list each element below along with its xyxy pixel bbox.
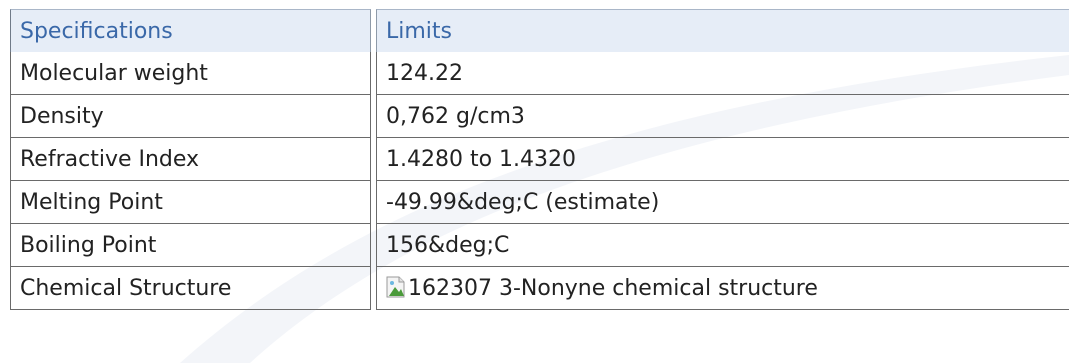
table-row: Melting Point -49.99&deg;C (estimate) — [10, 181, 1069, 224]
row-label: Molecular weight — [10, 52, 371, 95]
table-row: Boiling Point 156&deg;C — [10, 224, 1069, 267]
row-label: Melting Point — [10, 181, 371, 224]
row-label: Boiling Point — [10, 224, 371, 267]
row-value: 156&deg;C — [376, 224, 1069, 267]
table-header-row: Specifications Limits — [10, 9, 1069, 52]
row-label: Density — [10, 95, 371, 138]
row-value: -49.99&deg;C (estimate) — [376, 181, 1069, 224]
row-value: 0,762 g/cm3 — [376, 95, 1069, 138]
row-value-with-image: 162307 3-Nonyne chemical structure — [376, 267, 1069, 310]
row-value: 124.22 — [376, 52, 1069, 95]
specifications-table: Specifications Limits Molecular weight 1… — [10, 9, 1069, 310]
row-value: 1.4280 to 1.4320 — [376, 138, 1069, 181]
table-row: Molecular weight 124.22 — [10, 52, 1069, 95]
header-limits: Limits — [376, 9, 1069, 52]
table-row: Chemical Structure 162307 3-Nonyne chemi… — [10, 267, 1069, 310]
chemical-structure-alt-text: 162307 3-Nonyne chemical structure — [408, 275, 818, 301]
table-row: Refractive Index 1.4280 to 1.4320 — [10, 138, 1069, 181]
header-specifications: Specifications — [10, 9, 371, 52]
broken-image-icon — [386, 276, 406, 298]
row-label: Chemical Structure — [10, 267, 371, 310]
row-label: Refractive Index — [10, 138, 371, 181]
table-row: Density 0,762 g/cm3 — [10, 95, 1069, 138]
